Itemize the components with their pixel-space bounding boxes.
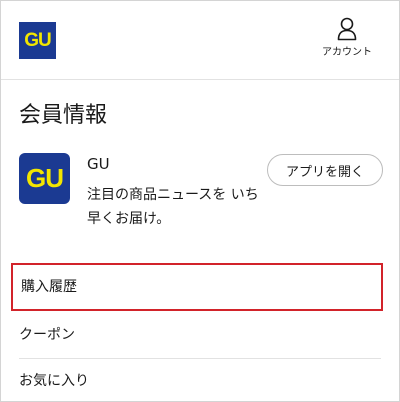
account-label: アカウント [322, 47, 372, 58]
app-promo: GU GU 注目の商品ニュースを いち早くお届け。 アプリを開く [1, 151, 399, 241]
page-title: 会員情報 [19, 103, 108, 128]
menu-item-favorites[interactable]: お気に入り [19, 366, 381, 396]
menu-item-coupon[interactable]: クーポン [19, 311, 381, 359]
logo-text: GU [24, 29, 51, 51]
app-description: 注目の商品ニュースを いち早くお届け。 [87, 187, 259, 227]
account-button[interactable]: アカウント [317, 17, 377, 58]
open-app-button[interactable]: アプリを開く [267, 154, 383, 186]
header: GU アカウント [1, 1, 399, 80]
app-icon: GU [19, 153, 70, 204]
app-name: GU [87, 155, 110, 173]
app-screen: GU アカウント 会員情報 GU GU 注目の商品ニュースを いち早くお届け。 … [0, 0, 400, 402]
app-icon-text: GU [26, 163, 64, 193]
person-icon [337, 17, 357, 41]
gu-logo[interactable]: GU [19, 22, 56, 59]
menu-item-purchase-history[interactable]: 購入履歴 [11, 263, 383, 311]
